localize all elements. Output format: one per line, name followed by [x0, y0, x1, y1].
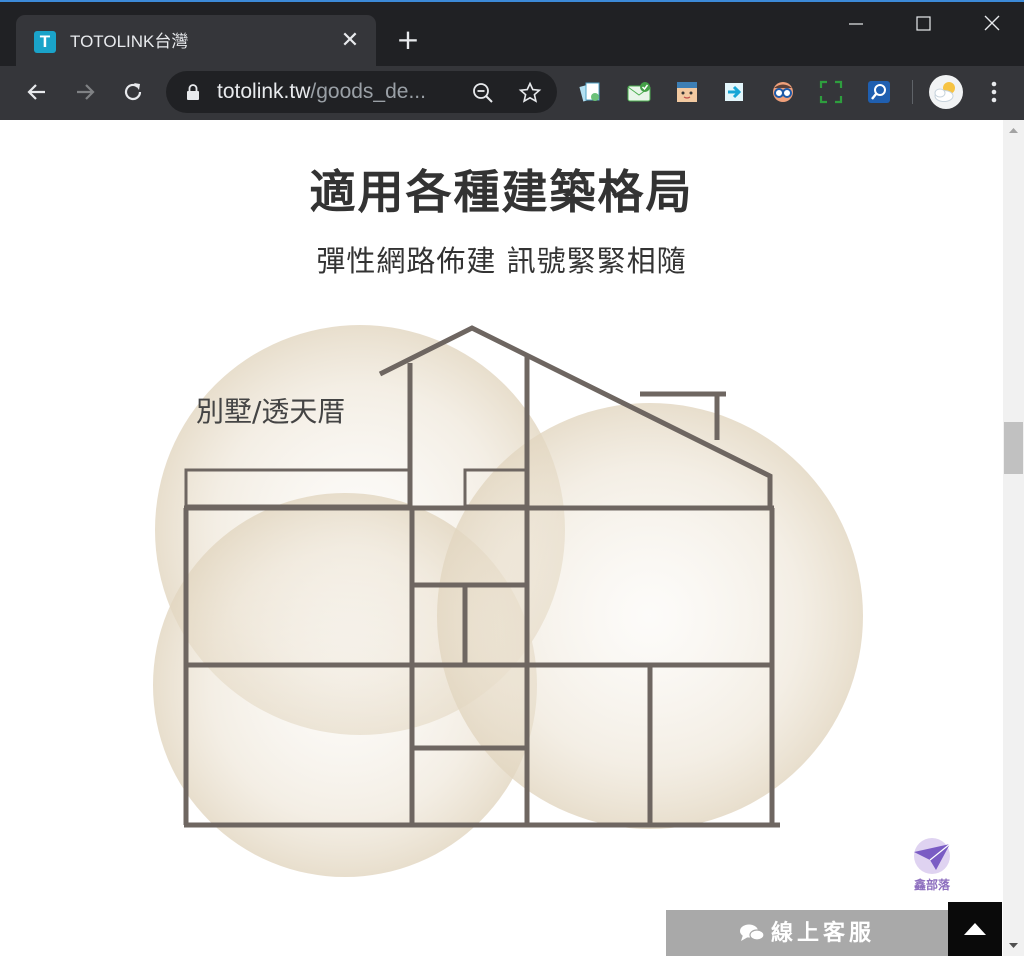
browser-toolbar: totolink.tw/goods_de... — [0, 66, 1024, 120]
bookmark-extension-icon[interactable] — [578, 79, 604, 105]
house-type-label: 別墅/透天厝 — [196, 395, 346, 428]
tab-title: TOTOLINK台灣 — [70, 32, 189, 51]
address-bar[interactable]: totolink.tw/goods_de... — [166, 71, 557, 113]
back-arrow-icon[interactable] — [23, 78, 51, 106]
toolbar-divider — [912, 80, 913, 104]
chat-bubbles-icon — [739, 924, 765, 941]
watermark-logo: 鑫部落 — [906, 836, 958, 892]
window-close-button[interactable] — [968, 12, 1014, 42]
face-extension-icon[interactable] — [674, 79, 700, 105]
lock-icon — [187, 84, 199, 100]
reload-icon[interactable] — [119, 78, 147, 106]
caret-up-icon — [964, 923, 986, 935]
mail-check-extension-icon[interactable] — [626, 79, 652, 105]
search-extension-icon[interactable] — [866, 79, 892, 105]
scroll-down-icon[interactable] — [1003, 935, 1024, 956]
bookmark-star-icon[interactable] — [518, 81, 542, 105]
online-support-button[interactable]: 線上客服 — [666, 910, 948, 956]
forward-arrow-icon[interactable] — [71, 78, 99, 106]
browser-tab[interactable]: T TOTOLINK台灣 ✕ — [16, 15, 376, 68]
minimize-button[interactable] — [832, 12, 878, 42]
totolink-favicon-icon: T — [34, 31, 56, 53]
new-tab-button[interactable]: + — [394, 26, 422, 54]
screenshot-extension-icon[interactable] — [818, 79, 844, 105]
back-to-top-button[interactable] — [948, 902, 1002, 956]
share-arrow-extension-icon[interactable] — [722, 79, 748, 105]
online-support-label: 線上客服 — [770, 921, 875, 946]
watermark-text: 鑫部落 — [913, 878, 950, 892]
zoom-out-icon[interactable] — [471, 81, 495, 105]
maximize-button[interactable] — [900, 12, 946, 42]
glasses-extension-icon[interactable] — [770, 79, 796, 105]
browser-menu-icon[interactable] — [982, 79, 1006, 107]
browser-tab-strip: T TOTOLINK台灣 ✕ + — [0, 0, 1024, 68]
house-coverage-illustration: (function(){ var svg = document.currentS… — [153, 325, 863, 877]
scroll-thumb[interactable] — [1004, 422, 1023, 474]
url-path: /goods_de... — [310, 80, 426, 103]
weather-avatar-icon[interactable] — [929, 75, 963, 109]
scroll-up-icon[interactable] — [1003, 120, 1024, 141]
page-viewport: 適用各種建築格局 彈性網路佈建 訊號緊緊相隨 別墅/透天厝 鑫部落 線上客服 — [0, 120, 1003, 956]
url-host: totolink.tw — [217, 80, 311, 103]
url-text[interactable]: totolink.tw/goods_de... — [217, 81, 426, 103]
paper-plane-icon — [914, 838, 951, 874]
page-scrollbar[interactable] — [1003, 120, 1024, 956]
tab-close-icon[interactable]: ✕ — [338, 29, 362, 53]
